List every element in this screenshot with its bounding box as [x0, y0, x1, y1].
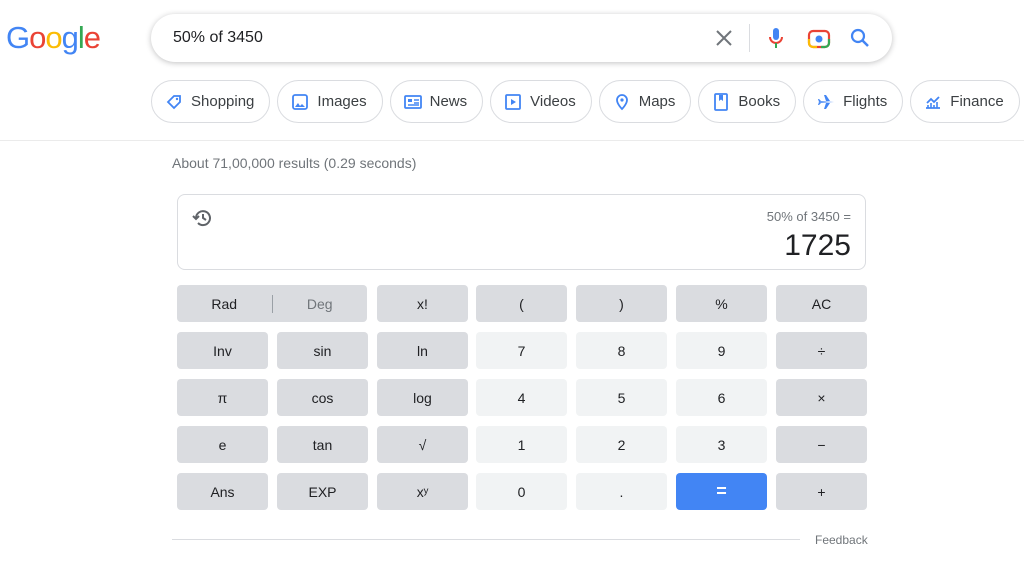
- finance-icon: [926, 95, 941, 109]
- chip-flights[interactable]: Flights: [803, 80, 904, 123]
- calc-key[interactable]: log: [377, 379, 468, 416]
- image-icon: [292, 93, 309, 110]
- calc-key[interactable]: 9: [676, 332, 767, 369]
- calc-key[interactable]: π: [177, 379, 268, 416]
- calc-key[interactable]: 2: [576, 426, 667, 463]
- chip-books[interactable]: Books: [698, 80, 797, 123]
- calc-key[interactable]: =: [676, 473, 767, 510]
- feedback-link[interactable]: Feedback: [815, 533, 868, 547]
- chip-label: Finance: [950, 93, 1004, 110]
- chip-label: Videos: [530, 93, 576, 110]
- logo-letter: o: [45, 20, 62, 55]
- calc-key[interactable]: (: [476, 285, 567, 322]
- calc-key[interactable]: 4: [476, 379, 567, 416]
- mic-icon[interactable]: [764, 26, 788, 50]
- rad-deg-toggle[interactable]: Rad Deg: [177, 285, 367, 322]
- logo-letter: g: [61, 20, 79, 55]
- calc-key[interactable]: .: [576, 473, 667, 510]
- google-logo[interactable]: Google: [6, 20, 101, 56]
- chip-label: Flights: [843, 93, 888, 110]
- logo-letter: G: [6, 20, 30, 55]
- calc-key[interactable]: ÷: [776, 332, 867, 369]
- chip-videos[interactable]: Videos: [490, 80, 592, 123]
- calc-key[interactable]: 7: [476, 332, 567, 369]
- plane-icon: [818, 94, 835, 109]
- book-icon: [714, 92, 729, 111]
- deg-button[interactable]: Deg: [273, 296, 368, 312]
- chip-images[interactable]: Images: [277, 80, 383, 123]
- calc-key[interactable]: AC: [776, 285, 867, 322]
- calc-key[interactable]: ×: [776, 379, 867, 416]
- close-icon[interactable]: [712, 26, 736, 50]
- calc-key[interactable]: e: [177, 426, 268, 463]
- header-divider: [0, 140, 1024, 141]
- divider: [749, 24, 750, 52]
- calculator-expression: 50% of 3450 =: [766, 209, 851, 224]
- rad-button[interactable]: Rad: [177, 296, 272, 312]
- video-icon: [505, 93, 522, 110]
- chip-label: Books: [738, 93, 781, 110]
- calc-key[interactable]: 1: [476, 426, 567, 463]
- calc-key[interactable]: EXP: [277, 473, 368, 510]
- history-icon[interactable]: [192, 207, 214, 234]
- chip-label: Maps: [638, 93, 676, 110]
- tag-icon: [166, 94, 181, 109]
- chip-label: Images: [317, 93, 367, 110]
- calculator-result: 1725: [784, 229, 851, 262]
- result-stats: About 71,00,000 results (0.29 seconds): [172, 155, 417, 171]
- calc-key[interactable]: ln: [377, 332, 468, 369]
- chip-maps[interactable]: Maps: [598, 80, 692, 123]
- search-input[interactable]: 50% of 3450: [173, 29, 263, 47]
- calc-key[interactable]: 3: [676, 426, 767, 463]
- logo-letter: o: [29, 20, 46, 55]
- calc-key[interactable]: sin: [277, 332, 368, 369]
- chip-news[interactable]: News: [389, 80, 484, 123]
- search-box[interactable]: 50% of 3450: [151, 14, 892, 62]
- news-icon: [403, 94, 422, 109]
- calc-key[interactable]: √: [377, 426, 468, 463]
- calc-key[interactable]: +: [776, 473, 867, 510]
- camera-icon[interactable]: [807, 26, 831, 50]
- feedback-divider: [172, 539, 800, 540]
- calc-key[interactable]: 0: [476, 473, 567, 510]
- calc-key[interactable]: xʸ: [377, 473, 468, 510]
- calc-key[interactable]: tan: [277, 426, 368, 463]
- logo-letter: e: [83, 20, 101, 55]
- search-icon[interactable]: [848, 26, 872, 50]
- chip-label: News: [429, 93, 468, 110]
- calc-key[interactable]: Ans: [177, 473, 268, 510]
- calc-key[interactable]: Inv: [177, 332, 268, 369]
- calc-key[interactable]: ): [576, 285, 667, 322]
- calc-key[interactable]: 5: [576, 379, 667, 416]
- chip-label: Shopping: [191, 93, 255, 110]
- calc-key[interactable]: %: [676, 285, 767, 322]
- chip-finance[interactable]: Finance: [910, 80, 1020, 123]
- search-filter-chips: Shopping Images News Videos Maps Books Flights…: [151, 80, 1020, 123]
- calculator-display: 50% of 3450 = 1725: [177, 194, 866, 270]
- calc-key[interactable]: x!: [377, 285, 468, 322]
- calc-key[interactable]: 6: [676, 379, 767, 416]
- chip-shopping[interactable]: Shopping: [151, 80, 271, 123]
- calc-key[interactable]: −: [776, 426, 867, 463]
- calc-key[interactable]: 8: [576, 332, 667, 369]
- map-pin-icon: [615, 93, 628, 110]
- calc-key[interactable]: cos: [277, 379, 368, 416]
